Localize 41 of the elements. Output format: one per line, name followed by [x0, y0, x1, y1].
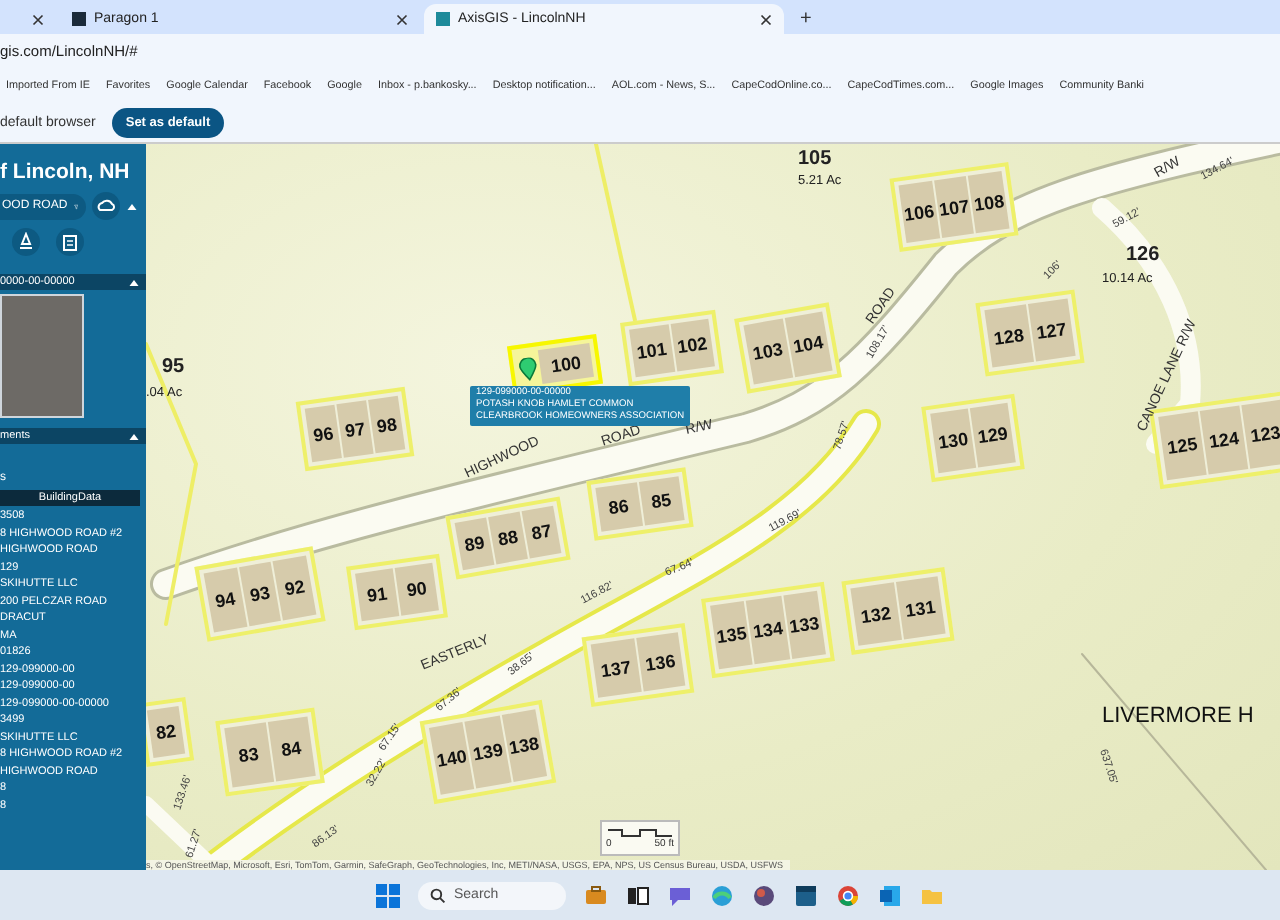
building-footprint: 85 [637, 476, 685, 526]
building-footprint: 137 [590, 638, 641, 698]
building-footprint: 106 [898, 180, 940, 243]
building-footprint: 130 [930, 408, 977, 474]
building-footprint: 140 [428, 721, 475, 795]
building-footprint: 83 [224, 722, 274, 788]
building-footprint: 91 [355, 568, 400, 622]
building-footprint: 129 [969, 402, 1016, 468]
building-footprint: 96 [304, 404, 342, 463]
building-footprint: 138 [501, 709, 548, 783]
building-footprint: 94 [203, 567, 247, 633]
building-footprint: 88 [488, 511, 528, 565]
building-footprint: 128 [984, 304, 1034, 368]
building-footprint: 108 [968, 171, 1010, 234]
building-footprint: 89 [454, 517, 495, 571]
building-footprint: 98 [368, 395, 406, 454]
building-footprint: 86 [595, 482, 643, 532]
lot-number: 126 [1126, 244, 1160, 266]
area-label: LIVERMORE H [1102, 704, 1254, 728]
lot-number: 105 [798, 148, 832, 170]
building-footprint: 97 [336, 400, 374, 458]
building-footprint: 101 [629, 324, 675, 378]
building-footprint: 92 [273, 555, 317, 621]
building-footprint: 100 [537, 343, 594, 384]
building-footprint: 133 [782, 590, 826, 659]
building-footprint: 84 [266, 716, 316, 782]
building-footprint: 102 [669, 318, 715, 372]
building-footprint: 82 [146, 706, 186, 758]
lot-number: 95 [162, 356, 185, 378]
building-footprint: 127 [1026, 298, 1076, 362]
building-footprint: 125 [1158, 411, 1207, 481]
town-title: f Lincoln, NH [0, 158, 132, 188]
building-footprint: 132 [850, 582, 902, 646]
building-footprint: 90 [394, 562, 439, 616]
building-footprint: 136 [635, 632, 686, 692]
building-footprint: 87 [521, 505, 562, 559]
building-footprint: 104 [783, 311, 833, 378]
building-footprint: 135 [710, 601, 754, 670]
building-footprint: 134 [746, 595, 790, 665]
building-footprint: 103 [743, 318, 793, 385]
building-footprint: 131 [894, 576, 946, 640]
